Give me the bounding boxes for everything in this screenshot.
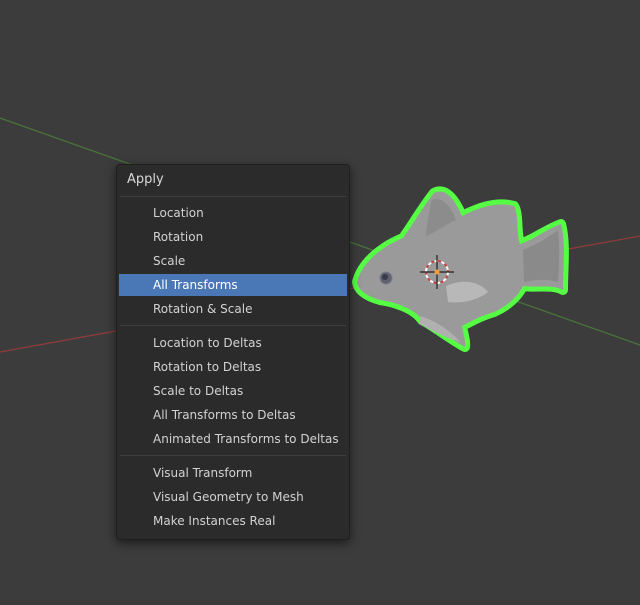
section-separator — [120, 455, 346, 456]
menu-item-all-transforms-to-deltas[interactable]: All Transforms to Deltas — [119, 404, 347, 426]
menu-item-label: Visual Geometry to Mesh — [153, 490, 304, 504]
menu-item-label: Visual Transform — [153, 466, 253, 480]
menu-title: Apply — [127, 172, 164, 187]
menu-item-location-to-deltas[interactable]: Location to Deltas — [119, 332, 347, 354]
menu-item-label: All Transforms to Deltas — [153, 408, 296, 422]
fish-eye-pupil — [382, 274, 388, 280]
menu-item-label: All Transforms — [153, 278, 238, 292]
menu-item-rotation-to-deltas[interactable]: Rotation to Deltas — [119, 356, 347, 378]
menu-item-visual-transform[interactable]: Visual Transform — [119, 462, 347, 484]
menu-item-label: Rotation — [153, 230, 204, 244]
menu-item-label: Animated Transforms to Deltas — [153, 432, 339, 446]
section-separator — [120, 325, 346, 326]
menu-item-scale-to-deltas[interactable]: Scale to Deltas — [119, 380, 347, 402]
menu-item-label: Rotation & Scale — [153, 302, 253, 316]
menu-item-label: Scale — [153, 254, 186, 268]
menu-item-label: Location — [153, 206, 204, 220]
menu-item-visual-geometry-to-mesh[interactable]: Visual Geometry to Mesh — [119, 486, 347, 508]
menu-item-location[interactable]: Location — [119, 202, 347, 224]
menu-item-label: Make Instances Real — [153, 514, 276, 528]
menu-item-rotation-scale[interactable]: Rotation & Scale — [119, 298, 347, 320]
menu-item-label: Location to Deltas — [153, 336, 262, 350]
menu-item-label: Rotation to Deltas — [153, 360, 262, 374]
menu-item-animated-transforms-to-deltas[interactable]: Animated Transforms to Deltas — [119, 428, 347, 450]
menu-item-all-transforms[interactable]: All Transforms — [119, 274, 347, 296]
apply-menu: Apply Location Rotation Scale All Transform… — [116, 164, 350, 540]
object-origin-dot — [434, 269, 440, 275]
fish-object[interactable] — [352, 186, 569, 352]
menu-item-rotation[interactable]: Rotation — [119, 226, 347, 248]
menu-item-label: Scale to Deltas — [153, 384, 244, 398]
title-separator — [120, 196, 346, 197]
menu-item-make-instances-real[interactable]: Make Instances Real — [119, 510, 347, 532]
menu-item-scale[interactable]: Scale — [119, 250, 347, 272]
